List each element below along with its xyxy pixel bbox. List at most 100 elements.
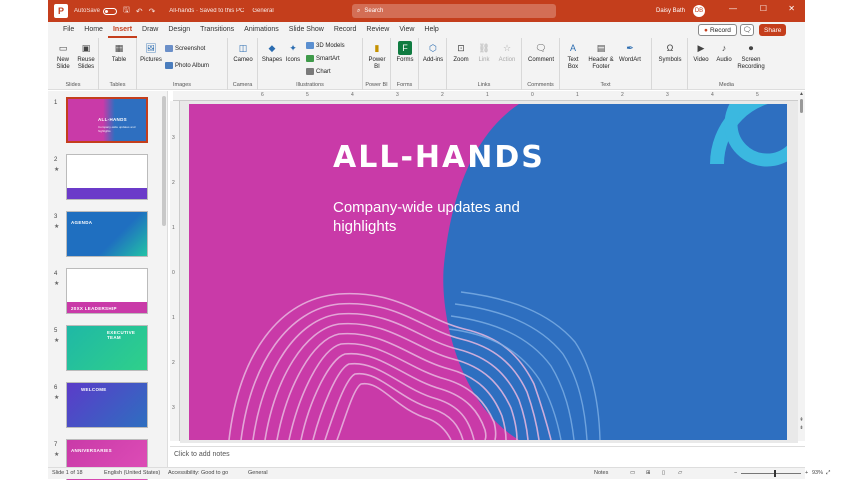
comment-button[interactable]: 🗨 Comment [526, 41, 556, 64]
redo-icon[interactable]: ↷ [149, 7, 156, 16]
action-button[interactable]: ☆ Action [496, 41, 518, 64]
tab-slide-show[interactable]: Slide Show [284, 22, 329, 38]
accessibility-status[interactable]: Accessibility: Good to go [168, 470, 228, 476]
avatar[interactable]: DB [693, 5, 705, 17]
record-icon: ● [704, 26, 708, 34]
slide-subtitle[interactable]: Company-wide updates and highlights [333, 198, 563, 236]
thumbnail-number: 5 [54, 328, 58, 334]
next-slide-icon[interactable]: ⇟ [798, 425, 805, 431]
smartart-button[interactable]: SmartArt [306, 55, 340, 62]
sensitivity-status[interactable]: General [248, 470, 268, 476]
comment-icon: 🗨 [535, 42, 547, 53]
shapes-button[interactable]: ◆ Shapes [261, 41, 283, 64]
thumbnail-image[interactable]: 20XX LEADERSHIP [66, 268, 148, 314]
reuse-slides-button[interactable]: ▣ Reuse Slides [76, 41, 96, 71]
audio-button[interactable]: ♪ Audio [714, 41, 734, 64]
record-button[interactable]: ● Record [698, 24, 737, 36]
screen-recording-button[interactable]: ⏺ Screen Recording [736, 41, 766, 71]
zoom-level[interactable]: 93% [812, 470, 823, 476]
thumbnail-image[interactable]: WELCOME [66, 382, 148, 428]
chart-button[interactable]: Chart [306, 68, 331, 75]
thumbnail-image[interactable]: AGENDA [66, 211, 148, 257]
ruler-tick-label: 1 [576, 92, 579, 98]
slide-sorter-icon[interactable]: ⊞ [646, 470, 651, 476]
thumbnail-title: AGENDA [71, 220, 93, 225]
thumbnail-image[interactable]: ALL-HANDS Company-wide updates and highli… [66, 97, 148, 143]
minimize-icon[interactable]: — [729, 4, 737, 13]
reading-view-icon[interactable]: ▯ [662, 470, 665, 476]
tab-review[interactable]: Review [361, 22, 394, 38]
slide-thumbnail-5[interactable]: 5 ★ EXECUTIVE TEAM [48, 325, 163, 375]
notes-toggle-button[interactable]: Notes [594, 470, 608, 476]
table-button[interactable]: ▦ Table [109, 41, 129, 64]
cameo-button[interactable]: ◫ Cameo [231, 41, 255, 64]
header-footer-button[interactable]: ▤ Header & Footer [586, 41, 616, 71]
wordart-button[interactable]: ✒ WordArt [618, 41, 642, 64]
thumbnails-scrollbar[interactable] [162, 96, 166, 226]
tab-record[interactable]: Record [329, 22, 362, 38]
slide-thumbnail-3[interactable]: 3 ★ AGENDA [48, 211, 163, 261]
zoom-slider-thumb[interactable] [774, 470, 776, 477]
screenshot-button[interactable]: Screenshot [165, 45, 205, 52]
photo-album-button[interactable]: Photo Album [165, 62, 209, 69]
ruler-tick-label: 5 [756, 92, 759, 98]
video-button[interactable]: ▶ Video [690, 41, 712, 64]
thumbnail-image[interactable]: EXECUTIVE TEAM [66, 325, 148, 371]
scroll-up-icon[interactable]: ▲ [798, 91, 805, 97]
fit-slide-icon[interactable]: ⤢ [826, 470, 830, 477]
new-slide-button[interactable]: ▭ New Slide [54, 41, 72, 71]
ruler-tick-label: 0 [172, 270, 175, 276]
transition-star-icon: ★ [54, 395, 60, 401]
normal-view-icon[interactable]: ▭ [630, 470, 635, 476]
ruler-tick-label: 3 [396, 92, 399, 98]
3d-models-button[interactable]: 3D Models [306, 42, 345, 49]
language-status[interactable]: English (United States) [104, 470, 160, 476]
tab-help[interactable]: Help [419, 22, 443, 38]
link-icon: ⛓ [478, 42, 490, 53]
search-input[interactable]: ⌕ Search [352, 4, 556, 18]
slide-title[interactable]: ALL-HANDS [333, 140, 545, 175]
pictures-button[interactable]: 🖼 Pictures [140, 41, 162, 64]
slide-thumbnail-6[interactable]: 6 ★ WELCOME [48, 382, 163, 432]
slide-thumbnail-2[interactable]: 2 ★ [48, 154, 163, 204]
symbols-button[interactable]: Ω Symbols [655, 41, 685, 64]
slide-thumbnail-1[interactable]: 1 ALL-HANDS Company-wide updates and highl… [48, 97, 163, 147]
share-button[interactable]: Share [759, 24, 787, 36]
tab-home[interactable]: Home [79, 22, 108, 38]
comments-button[interactable]: 🗨 [740, 24, 754, 36]
prev-slide-icon[interactable]: ⇞ [798, 417, 805, 423]
power-bi-button[interactable]: ▮ Power BI [366, 41, 388, 71]
group-label: Illustrations [296, 82, 324, 88]
slide-vertical-scrollbar[interactable]: ▲ ⇞ ⇟ [798, 91, 805, 441]
zoom-slider[interactable] [741, 470, 801, 477]
slideshow-icon[interactable]: ▱ [678, 470, 682, 476]
tab-draw[interactable]: Draw [137, 22, 163, 38]
scrollbar-thumb[interactable] [800, 99, 803, 113]
tab-view[interactable]: View [394, 22, 419, 38]
sensitivity-label[interactable]: General [252, 8, 273, 14]
icons-button[interactable]: ✦ Icons [283, 41, 303, 64]
group-symbols: Ω Symbols [652, 38, 688, 90]
tab-file[interactable]: File [58, 22, 79, 38]
tab-design[interactable]: Design [163, 22, 195, 38]
tab-insert[interactable]: Insert [107, 22, 138, 38]
notes-pane[interactable]: Click to add notes [170, 446, 805, 462]
autosave-toggle[interactable] [103, 7, 118, 15]
undo-icon[interactable]: ↶ [136, 7, 143, 16]
zoom-out-icon[interactable]: − [734, 470, 737, 476]
zoom-button[interactable]: ⊡ Zoom [450, 41, 472, 64]
zoom-in-icon[interactable]: + [805, 470, 808, 476]
text-box-button[interactable]: A Text Box [562, 41, 584, 71]
save-icon[interactable]: 🖫 [123, 4, 130, 18]
close-icon[interactable]: ✕ [788, 4, 795, 13]
file-name[interactable]: All-hands · Saved to this PC [169, 8, 244, 14]
slide-thumbnail-4[interactable]: 4 ★ 20XX LEADERSHIP [48, 268, 163, 318]
ruler-tick-label: 4 [711, 92, 714, 98]
forms-button[interactable]: F Forms [394, 41, 416, 64]
link-button[interactable]: ⛓ Link [474, 41, 494, 64]
tab-animations[interactable]: Animations [239, 22, 284, 38]
thumbnail-image[interactable] [66, 154, 148, 200]
maximize-icon[interactable]: ☐ [760, 4, 767, 13]
tab-transitions[interactable]: Transitions [195, 22, 239, 38]
addins-button[interactable]: ⬡ Add-ins [422, 41, 444, 64]
